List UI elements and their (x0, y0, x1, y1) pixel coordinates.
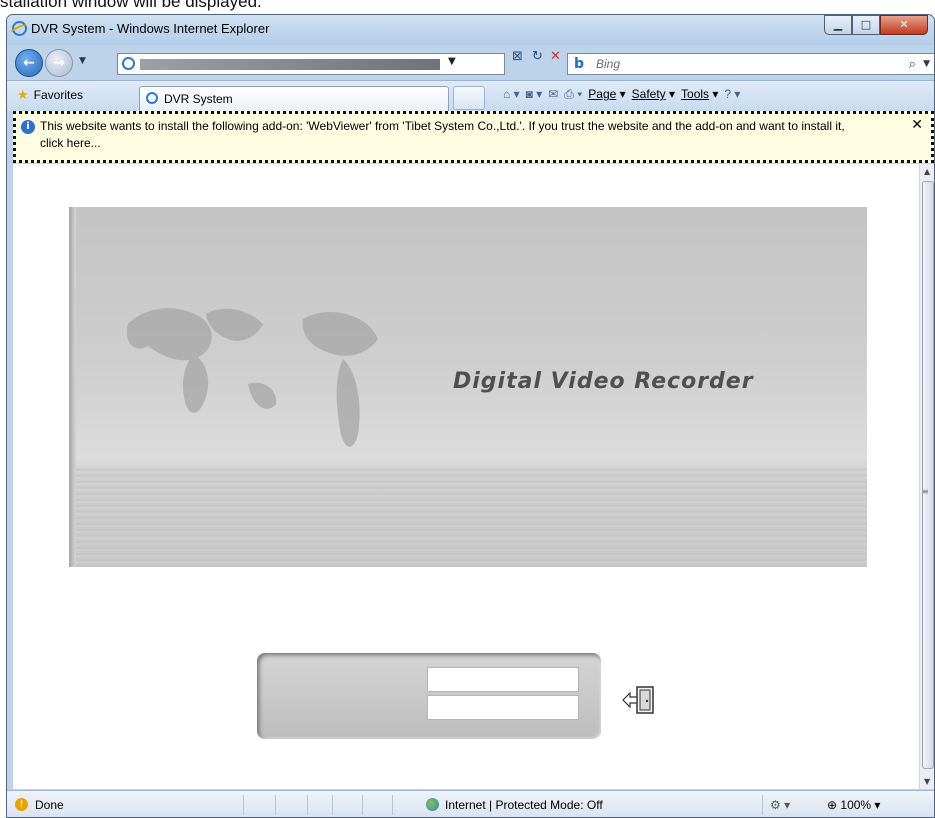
bing-logo-icon: b (574, 56, 585, 72)
infobar-close-icon[interactable]: ✕ (911, 117, 923, 133)
minimize-button[interactable]: ▁ (824, 15, 852, 35)
status-text: Done (35, 798, 64, 812)
tools-menu-label: Tools (681, 87, 710, 101)
address-dropdown-icon[interactable]: ▼ (448, 56, 456, 67)
scroll-grip-icon: ≡ (922, 487, 929, 496)
search-options-icon[interactable]: ▼ (923, 59, 930, 69)
command-bar: ⌂ ▾ ◙ ▾ ✉ ⎙ ▾ Page ▾ Safety ▾ Tools ▾ ? … (503, 87, 740, 102)
addon-info-bar[interactable]: i This website wants to install the foll… (13, 111, 934, 163)
mail-icon[interactable]: ✉ (548, 87, 558, 102)
browser-window: DVR System - Windows Internet Explorer ▁… (6, 14, 935, 818)
banner-title: Digital Video Recorder (453, 369, 754, 394)
page-content: Digital Video Recorder (13, 164, 919, 789)
vertical-scrollbar[interactable]: ▲ ≡ ▼ (919, 164, 934, 789)
banner-horizon (76, 468, 867, 567)
zoom-value: 100% (840, 798, 872, 812)
window-title: DVR System - Windows Internet Explorer (31, 21, 270, 36)
tools-menu[interactable]: Tools ▾ (681, 87, 718, 102)
favorites-label: Favorites (33, 88, 84, 102)
tab-ie-icon (146, 92, 158, 104)
status-divider (362, 795, 363, 815)
search-placeholder: Bing (596, 57, 621, 71)
stop-icon[interactable]: ✕ (550, 49, 561, 64)
status-bar: ! Done Internet | Protected Mode: Off ⚙ … (7, 790, 934, 817)
username-field[interactable] (427, 667, 579, 692)
search-icon[interactable]: ⌕ (909, 57, 916, 72)
page-menu[interactable]: Page ▾ (588, 87, 625, 102)
new-tab-button[interactable] (453, 86, 485, 110)
change-status-icon[interactable]: ⚙ ▾ (770, 798, 790, 812)
status-divider (762, 795, 763, 815)
status-divider (275, 795, 276, 815)
page-caption: stallation window will be displayed. (0, 0, 262, 11)
status-divider (392, 795, 393, 815)
feeds-icon[interactable]: ◙ ▾ (526, 87, 543, 102)
caption-buttons: ▁ □ ✕ (824, 15, 928, 35)
address-redacted (140, 59, 440, 70)
page-menu-label: Page (588, 87, 617, 101)
page-icon (122, 57, 135, 70)
navigation-bar: ← → ▼ ▼ ⊠ ↻ ✕ b Bing ⌕ ▼ (7, 46, 934, 78)
favorites-button[interactable]: ★ Favorites (17, 87, 83, 103)
address-bar[interactable]: ▼ (117, 53, 505, 75)
close-window-button[interactable]: ✕ (880, 15, 928, 35)
forward-button[interactable]: → (45, 49, 73, 77)
maximize-button[interactable]: □ (852, 15, 880, 35)
tab-label: DVR System (164, 92, 233, 106)
status-divider (243, 795, 244, 815)
zoom-level[interactable]: ⊕ 100% ▾ (827, 798, 880, 812)
scroll-thumb[interactable] (922, 181, 934, 769)
print-icon[interactable]: ⎙ ▾ (564, 87, 582, 102)
internet-zone-icon (426, 798, 439, 811)
back-button[interactable]: ← (15, 49, 43, 77)
home-icon[interactable]: ⌂ ▾ (503, 87, 520, 102)
search-box[interactable]: b Bing ⌕ ▼ (567, 53, 934, 75)
favorites-star-icon: ★ (17, 87, 29, 102)
compatibility-view-icon[interactable]: ⊠ (512, 49, 523, 64)
security-zone-text[interactable]: Internet | Protected Mode: Off (445, 798, 603, 812)
login-panel (257, 653, 601, 739)
history-dropdown-icon[interactable]: ▼ (79, 56, 86, 66)
help-icon[interactable]: ? ▾ (724, 87, 740, 102)
favorites-bar: ★ Favorites DVR System ⌂ ▾ ◙ ▾ ✉ ⎙ ▾ Page… (7, 80, 934, 111)
refresh-icon[interactable]: ↻ (532, 49, 543, 64)
ie-logo-icon (12, 21, 27, 36)
safety-menu[interactable]: Safety ▾ (632, 87, 675, 102)
world-map-graphic (126, 308, 378, 447)
status-shield-icon[interactable]: ! (15, 798, 28, 811)
info-icon: i (21, 120, 35, 134)
scroll-down-icon[interactable]: ▼ (924, 777, 930, 786)
banner-side-bar (69, 207, 76, 567)
status-divider (307, 795, 308, 815)
tab-dvr-system[interactable]: DVR System (139, 86, 449, 111)
infobar-message: This website wants to install the follow… (40, 119, 845, 150)
status-divider (332, 795, 333, 815)
password-field[interactable] (427, 695, 579, 720)
title-bar: DVR System - Windows Internet Explorer ▁… (7, 15, 934, 45)
safety-menu-label: Safety (631, 87, 666, 101)
login-door-icon[interactable] (621, 685, 657, 715)
scroll-up-icon[interactable]: ▲ (924, 167, 930, 176)
